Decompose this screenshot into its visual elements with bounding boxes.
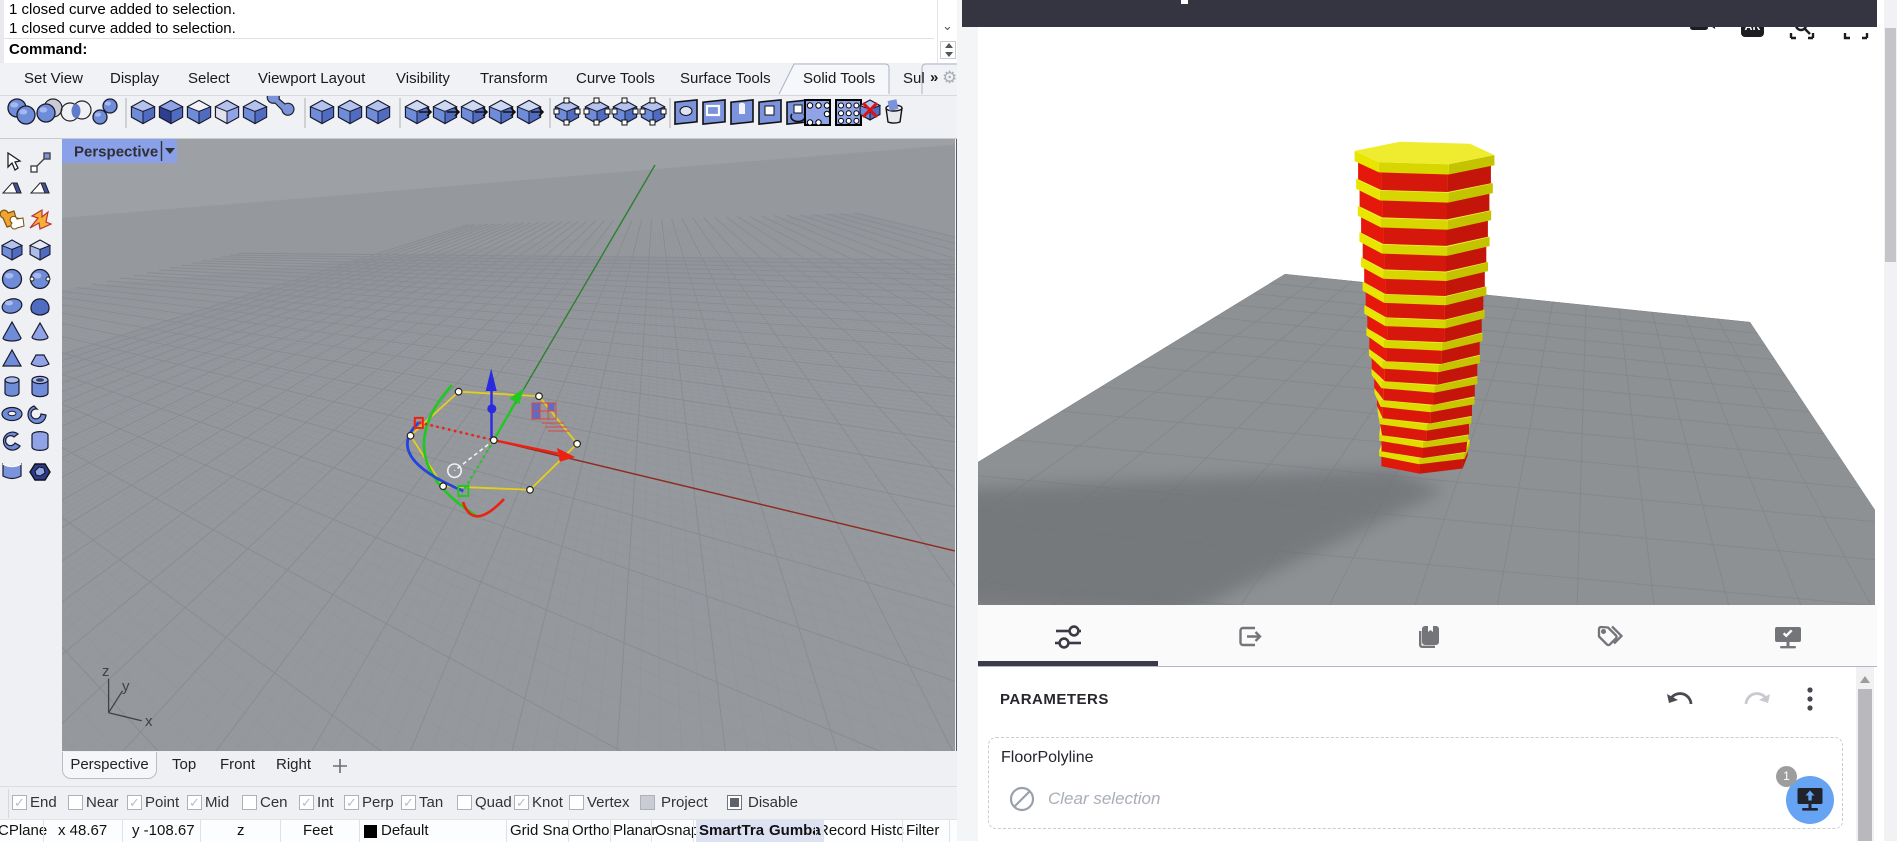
svg-text:Perspective: Perspective: [74, 144, 158, 161]
svg-text:y: y: [122, 678, 130, 695]
svg-text:x: x: [145, 713, 153, 730]
svg-text:z: z: [102, 663, 110, 680]
